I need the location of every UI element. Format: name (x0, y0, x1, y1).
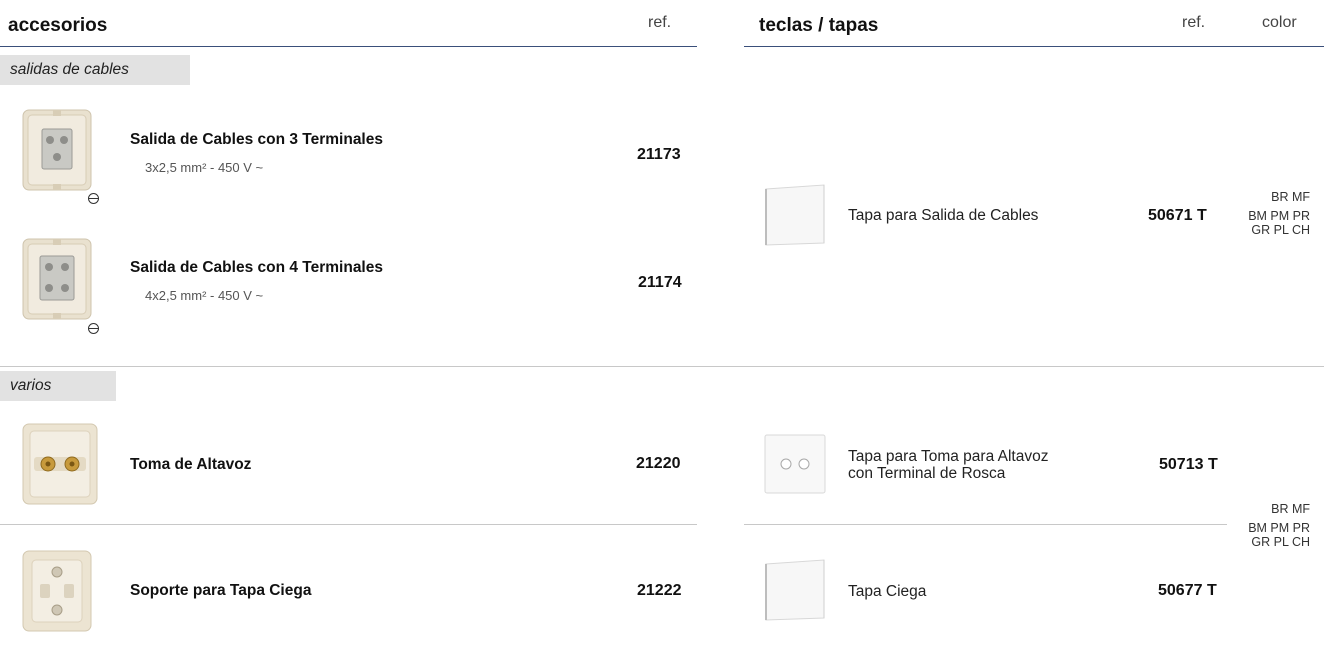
row-divider (744, 524, 1227, 525)
product-spec: 4x2,5 mm² - 450 V ~ (145, 288, 264, 303)
color-code-line: BR MF (1271, 190, 1310, 204)
accesorios-header-rule (0, 46, 697, 47)
teclas-header-rule (744, 46, 1324, 47)
row-divider (0, 524, 697, 525)
accesorios-ref-header: ref. (648, 14, 672, 31)
product-name: Toma de Altavoz (130, 456, 252, 473)
screw-terminal-icon (88, 323, 99, 334)
cover-name: Tapa Ciega (848, 583, 927, 600)
product-ref: 21220 (636, 455, 681, 472)
screw-terminal-icon (88, 193, 99, 204)
section-label: varios (10, 377, 52, 394)
cover-ref: 50713 T (1159, 456, 1218, 473)
product-spec: 3x2,5 mm² - 450 V ~ (145, 160, 264, 175)
color-code-line: BM PM PR (1248, 209, 1310, 223)
speaker-socket-image (22, 423, 98, 505)
cover-name-line: con Terminal de Rosca (848, 465, 1006, 482)
color-codes: BR MF BM PM PR GR PL CH (1248, 190, 1310, 237)
teclas-ref-header: ref. (1182, 14, 1206, 31)
speaker-cover-image (764, 434, 826, 494)
product-ref: 21173 (637, 146, 681, 163)
color-code-line: BM PM PR (1248, 521, 1310, 535)
blank-cover-support-image (22, 550, 92, 632)
color-code-line: GR PL CH (1251, 223, 1310, 237)
color-code-line: GR PL CH (1251, 535, 1310, 549)
cover-ref: 50677 T (1158, 582, 1217, 599)
color-codes: BR MF BM PM PR GR PL CH (1248, 502, 1310, 549)
product-name: Salida de Cables con 3 Terminales (130, 131, 383, 148)
accesorios-title: accesorios (8, 15, 108, 36)
cover-ref: 50671 T (1148, 207, 1207, 224)
teclas-color-header: color (1262, 14, 1297, 31)
product-ref: 21174 (638, 274, 682, 291)
blank-cover-image (765, 559, 825, 621)
product-ref: 21222 (637, 582, 682, 599)
product-name: Salida de Cables con 4 Terminales (130, 259, 383, 276)
cable-outlet-cover-image (765, 184, 825, 246)
cable-outlet-4-terminals-image (22, 238, 92, 320)
cover-name-line: Tapa para Toma para Altavoz (848, 448, 1049, 465)
section-divider (0, 366, 1324, 367)
teclas-tapas-title: teclas / tapas (759, 15, 879, 36)
section-tab-salidas-de-cables: salidas de cables (0, 55, 190, 85)
color-code-line: BR MF (1271, 502, 1310, 516)
cable-outlet-3-terminals-image (22, 109, 92, 191)
cover-name: Tapa para Salida de Cables (848, 207, 1039, 224)
section-label: salidas de cables (10, 61, 129, 78)
cover-name: Tapa para Toma para Altavoz con Terminal… (848, 448, 1048, 482)
section-tab-varios: varios (0, 371, 116, 401)
product-name: Soporte para Tapa Ciega (130, 582, 312, 599)
